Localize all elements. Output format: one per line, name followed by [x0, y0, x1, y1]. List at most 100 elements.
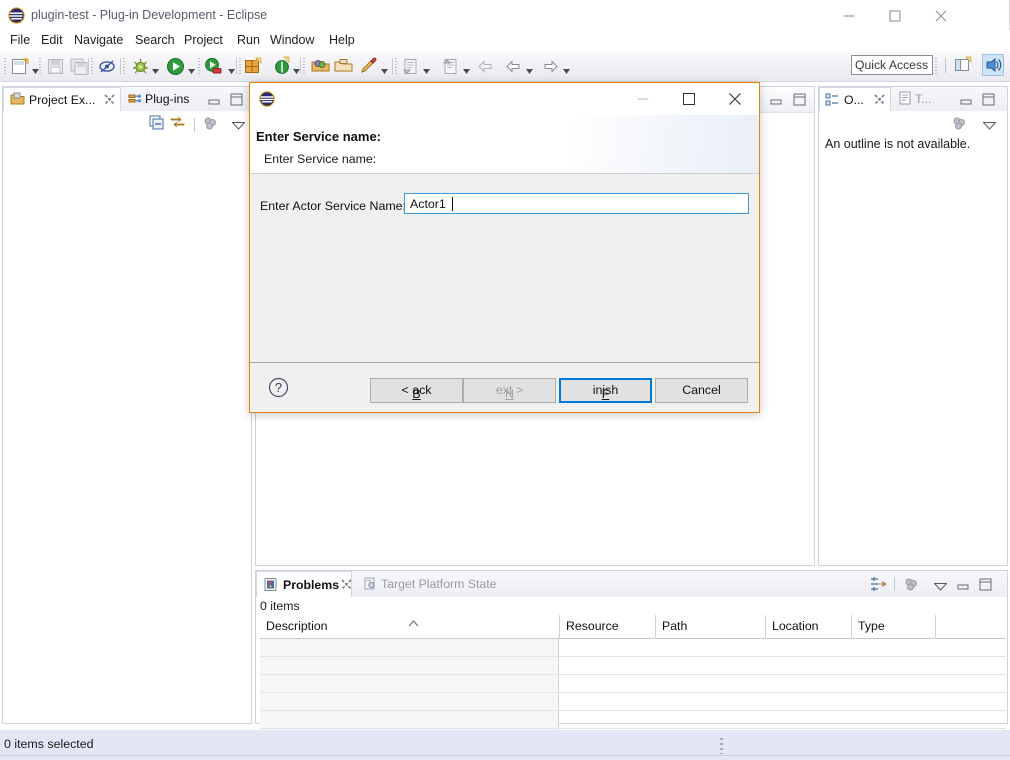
- open-perspective-icon[interactable]: [952, 54, 974, 76]
- toolbar-grip[interactable]: [239, 58, 241, 75]
- menu-help[interactable]: Help: [325, 32, 359, 49]
- close-icon[interactable]: [874, 94, 885, 108]
- toolbar-grip[interactable]: [123, 58, 125, 75]
- menu-file[interactable]: File: [6, 32, 34, 49]
- toolbar-grip[interactable]: [39, 58, 41, 75]
- toolbar-grip[interactable]: [395, 58, 397, 75]
- tab-target-platform-state[interactable]: Target Platform State: [356, 571, 506, 597]
- table-row[interactable]: [260, 639, 1006, 657]
- minimize-view-icon[interactable]: [208, 95, 220, 109]
- chevron-down-icon[interactable]: [152, 63, 159, 74]
- toolbar-grip[interactable]: [303, 58, 305, 75]
- minimize-view-icon[interactable]: [957, 580, 969, 594]
- dialog-maximize-button[interactable]: [666, 83, 712, 114]
- collapse-all-icon[interactable]: [149, 115, 164, 133]
- chevron-down-icon[interactable]: [32, 63, 39, 74]
- chevron-down-icon[interactable]: [423, 63, 430, 74]
- new-plugin-project-icon[interactable]: [243, 56, 264, 77]
- eclipse-window: plugin-test - Plug-in Development - Ecli…: [0, 0, 1010, 760]
- problems-icon: [263, 577, 278, 595]
- plugin-development-perspective-icon[interactable]: [982, 54, 1004, 76]
- tab-label: Project Ex...: [29, 93, 96, 107]
- minimize-editor-icon[interactable]: [770, 95, 782, 109]
- chevron-down-icon[interactable]: [463, 63, 470, 74]
- maximize-editor-icon[interactable]: [793, 93, 806, 109]
- chevron-down-icon[interactable]: [381, 63, 388, 74]
- column-header-location[interactable]: Location: [766, 615, 852, 639]
- maximize-view-icon[interactable]: [230, 93, 243, 109]
- menu-run[interactable]: Run: [233, 32, 264, 49]
- column-header-path[interactable]: Path: [656, 615, 766, 639]
- menu-navigate[interactable]: Navigate: [70, 32, 127, 49]
- menu-project[interactable]: Project: [180, 32, 227, 49]
- chevron-down-icon[interactable]: [293, 63, 300, 74]
- filters-icon[interactable]: [870, 576, 887, 595]
- chevron-down-icon[interactable]: [188, 63, 195, 74]
- column-header-resource[interactable]: Resource: [560, 615, 656, 639]
- toggle-mark-occurrences-icon[interactable]: [97, 56, 118, 77]
- dialog-heading: Enter Service name:: [256, 129, 382, 144]
- row-cell: [260, 657, 559, 674]
- close-icon[interactable]: [341, 579, 352, 593]
- link-with-editor-icon[interactable]: [170, 115, 185, 133]
- run-icon[interactable]: [165, 56, 186, 77]
- quick-access-input[interactable]: Quick Access: [851, 55, 933, 75]
- tab-label: Target Platform State: [381, 577, 497, 591]
- finish-button[interactable]: Finish: [559, 378, 652, 403]
- table-row[interactable]: [260, 657, 1006, 675]
- tab-project-explorer[interactable]: Project Ex...: [3, 87, 121, 111]
- view-menu-icon[interactable]: [203, 116, 218, 133]
- menu-edit[interactable]: Edit: [37, 32, 67, 49]
- table-row[interactable]: [260, 693, 1006, 711]
- chevron-down-icon[interactable]: [231, 119, 246, 133]
- chevron-down-icon[interactable]: [228, 63, 235, 74]
- debug-icon[interactable]: [130, 56, 151, 77]
- toolbar-grip[interactable]: [4, 58, 6, 75]
- back-icon[interactable]: [503, 56, 524, 77]
- task-list-icon: [898, 91, 912, 108]
- window-maximize-button[interactable]: [872, 0, 918, 31]
- back-button[interactable]: < Back: [370, 378, 463, 403]
- dialog-title-bar: [250, 83, 759, 115]
- window-minimize-button[interactable]: [826, 0, 872, 31]
- problems-table-body[interactable]: [260, 639, 1006, 747]
- chevron-down-icon[interactable]: [933, 580, 948, 594]
- cancel-button[interactable]: Cancel: [655, 378, 748, 403]
- tab-task-list[interactable]: T...: [893, 87, 953, 111]
- table-row[interactable]: [260, 711, 1006, 729]
- toolbar-grip[interactable]: [91, 58, 93, 75]
- tab-outline[interactable]: O...: [819, 87, 891, 111]
- maximize-view-icon[interactable]: [979, 578, 992, 594]
- menu-search[interactable]: Search: [131, 32, 179, 49]
- eclipse-icon: [8, 7, 25, 24]
- dialog-minimize-button[interactable]: [620, 83, 666, 114]
- open-type-icon[interactable]: [310, 56, 331, 77]
- new-wizard-icon[interactable]: [10, 56, 31, 77]
- view-menu-icon[interactable]: [904, 577, 919, 594]
- open-task-icon[interactable]: [333, 56, 354, 77]
- tab-problems[interactable]: Problems: [256, 571, 352, 597]
- tab-plugins[interactable]: Plug-ins: [123, 87, 209, 111]
- actor-service-name-input[interactable]: Actor1: [404, 193, 749, 214]
- maximize-view-icon[interactable]: [982, 93, 995, 109]
- column-header-type[interactable]: Type: [852, 615, 936, 639]
- toolbar-grip[interactable]: [198, 58, 200, 75]
- toolbar-separator: [88, 58, 89, 74]
- window-close-button[interactable]: [918, 0, 964, 31]
- search-icon[interactable]: [358, 56, 379, 77]
- forward-icon[interactable]: [540, 56, 561, 77]
- chevron-down-icon[interactable]: [526, 63, 533, 74]
- help-icon[interactable]: ?: [268, 377, 289, 398]
- toolbar-grip[interactable]: [935, 58, 937, 75]
- table-row[interactable]: [260, 675, 1006, 693]
- view-menu-icon[interactable]: [952, 116, 967, 133]
- chevron-down-icon[interactable]: [563, 63, 570, 74]
- dialog-close-button[interactable]: [712, 83, 758, 114]
- minimize-view-icon[interactable]: [960, 95, 972, 109]
- close-icon[interactable]: [104, 94, 115, 108]
- column-header-description[interactable]: Description: [260, 615, 560, 639]
- menu-window[interactable]: Window: [266, 32, 318, 49]
- refresh-icon[interactable]: [272, 56, 293, 77]
- chevron-down-icon[interactable]: [982, 119, 997, 133]
- run-coverage-icon[interactable]: [203, 56, 224, 77]
